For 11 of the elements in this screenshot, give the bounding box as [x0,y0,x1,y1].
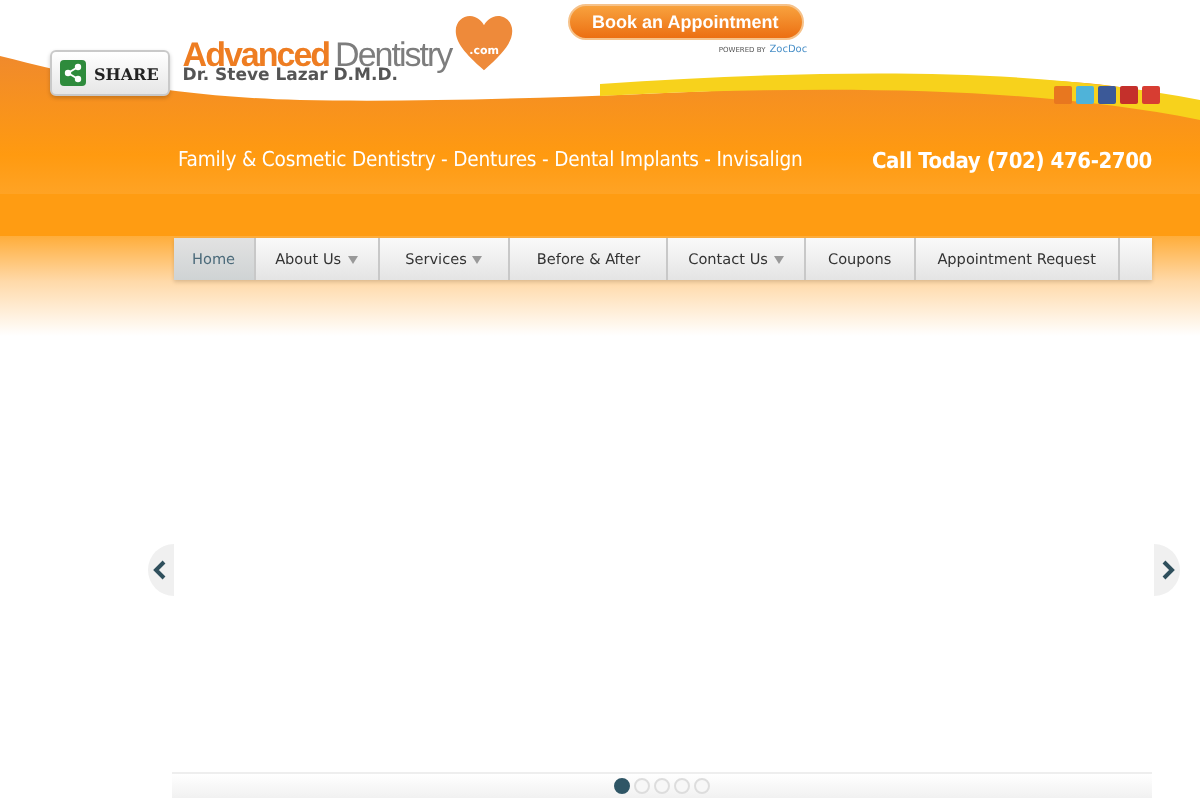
share-button[interactable]: SHARE [50,50,171,96]
heart-icon [453,16,514,72]
social-icon[interactable] [1142,86,1160,104]
logo-text: Dentistry [335,38,452,72]
next-arrow-button[interactable] [1154,544,1182,596]
phone-number: Call Today (702) 476-2700 [871,148,1152,174]
social-icon[interactable] [1098,86,1116,104]
previous-arrow-button[interactable] [146,544,174,596]
tagline: Family & Cosmetic Dentistry - Dentures - Dental Implants - Invisalign [178,148,803,174]
share-icon [60,60,86,86]
slide-dot[interactable] [614,778,630,794]
